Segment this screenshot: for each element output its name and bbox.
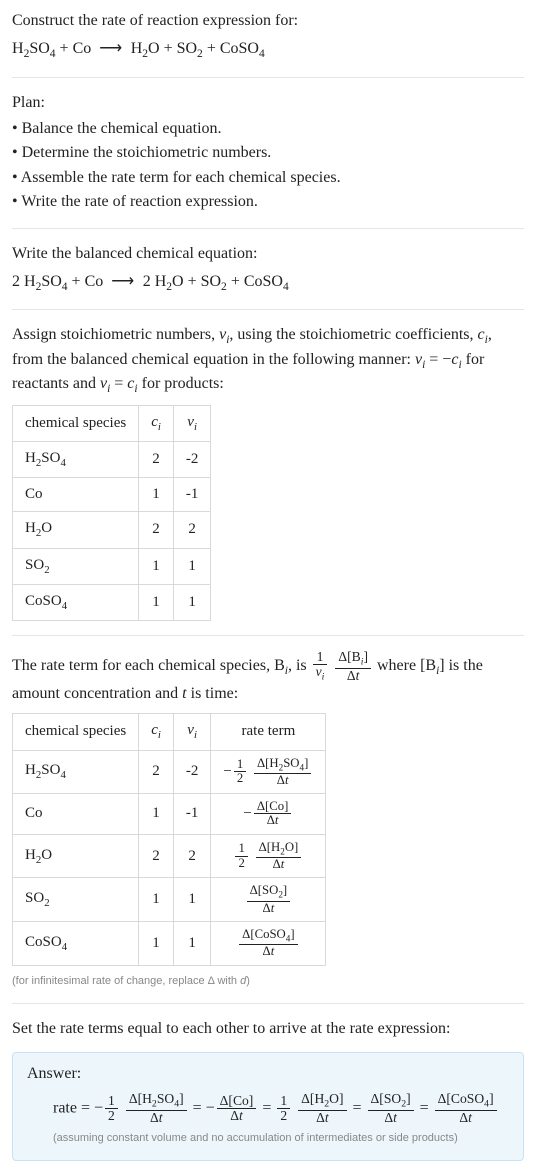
- plan-item: • Balance the chemical equation.: [12, 118, 524, 140]
- cell-ci: 2: [139, 750, 174, 794]
- cell-nui: 2: [173, 834, 211, 878]
- cell-species: Co: [13, 794, 139, 835]
- plan-list: • Balance the chemical equation. • Deter…: [12, 118, 524, 214]
- table-row: SO2 1 1 Δ[SO2]Δt: [13, 878, 326, 922]
- cell-rate-term: −12 Δ[H2SO4]Δt: [211, 750, 326, 794]
- rate-term-table: chemical species ci νi rate term H2SO4 2…: [12, 713, 326, 965]
- cell-rate-term: 12 Δ[H2O]Δt: [211, 834, 326, 878]
- frac-delta-B-over-t: Δ[Bi] Δt: [335, 650, 371, 683]
- cell-species: CoSO4: [13, 921, 139, 965]
- divider: [12, 1003, 524, 1004]
- col-nui: νi: [173, 714, 211, 750]
- cell-rate-term: −Δ[Co]Δt: [211, 794, 326, 835]
- divider: [12, 77, 524, 78]
- frac-1-over-nu: 1 νi: [313, 650, 328, 683]
- table-row: Co 1 -1 −Δ[Co]Δt: [13, 794, 326, 835]
- cell-nui: 1: [173, 548, 211, 584]
- cell-species: Co: [13, 478, 139, 512]
- cell-ci: 1: [139, 794, 174, 835]
- cell-species: CoSO4: [13, 584, 139, 620]
- cell-species: H2SO4: [13, 442, 139, 478]
- unbalanced-equation: H2SO4 + Co ⟶ H2O + SO2 + CoSO4: [12, 38, 524, 62]
- assign-text: Assign stoichiometric numbers, νi, using…: [12, 324, 524, 397]
- divider: [12, 635, 524, 636]
- cell-ci: 1: [139, 921, 174, 965]
- answer-label: Answer:: [27, 1063, 509, 1085]
- prompt-text: Construct the rate of reaction expressio…: [12, 10, 524, 32]
- rate-table-footnote: (for infinitesimal rate of change, repla…: [12, 974, 524, 989]
- rate-term-intro: The rate term for each chemical species,…: [12, 650, 524, 706]
- cell-ci: 2: [139, 442, 174, 478]
- table-row: H2SO4 2 -2 −12 Δ[H2SO4]Δt: [13, 750, 326, 794]
- cell-species: H2O: [13, 512, 139, 548]
- cell-ci: 1: [139, 548, 174, 584]
- cell-species: H2SO4: [13, 750, 139, 794]
- answer-assumption: (assuming constant volume and no accumul…: [53, 1131, 509, 1146]
- table-row: H2O 2 2 12 Δ[H2O]Δt: [13, 834, 326, 878]
- plan-item: • Assemble the rate term for each chemic…: [12, 167, 524, 189]
- cell-ci: 1: [139, 478, 174, 512]
- cell-nui: -2: [173, 442, 211, 478]
- answer-box: Answer: rate = −12 Δ[H2SO4]Δt = −Δ[Co]Δt…: [12, 1052, 524, 1161]
- cell-ci: 2: [139, 512, 174, 548]
- plan-item: • Determine the stoichiometric numbers.: [12, 142, 524, 164]
- cell-rate-term: Δ[CoSO4]Δt: [211, 921, 326, 965]
- table-row: CoSO4 1 1 Δ[CoSO4]Δt: [13, 921, 326, 965]
- cell-rate-term: Δ[SO2]Δt: [211, 878, 326, 922]
- cell-nui: 1: [173, 584, 211, 620]
- divider: [12, 309, 524, 310]
- table-row: SO2 1 1: [13, 548, 211, 584]
- table-row: Co 1 -1: [13, 478, 211, 512]
- plan-title: Plan:: [12, 92, 524, 114]
- cell-nui: 1: [173, 921, 211, 965]
- table-row: CoSO4 1 1: [13, 584, 211, 620]
- plan-item: • Write the rate of reaction expression.: [12, 191, 524, 213]
- table-header-row: chemical species ci νi rate term: [13, 714, 326, 750]
- table-row: H2SO4 2 -2: [13, 442, 211, 478]
- stoichiometry-table: chemical species ci νi H2SO4 2 -2 Co 1 -…: [12, 405, 211, 621]
- divider: [12, 228, 524, 229]
- cell-nui: 2: [173, 512, 211, 548]
- table-header-row: chemical species ci νi: [13, 406, 211, 442]
- cell-nui: -2: [173, 750, 211, 794]
- cell-ci: 1: [139, 584, 174, 620]
- cell-nui: -1: [173, 478, 211, 512]
- col-rate-term: rate term: [211, 714, 326, 750]
- table-row: H2O 2 2: [13, 512, 211, 548]
- col-ci: ci: [139, 714, 174, 750]
- cell-ci: 2: [139, 834, 174, 878]
- cell-species: H2O: [13, 834, 139, 878]
- balanced-intro: Write the balanced chemical equation:: [12, 243, 524, 265]
- cell-ci: 1: [139, 878, 174, 922]
- intro-before: The rate term for each chemical species,…: [12, 657, 311, 674]
- balanced-equation: 2 H2SO4 + Co ⟶ 2 H2O + SO2 + CoSO4: [12, 271, 524, 295]
- col-nui: νi: [173, 406, 211, 442]
- cell-species: SO2: [13, 548, 139, 584]
- col-species: chemical species: [13, 406, 139, 442]
- answer-equation: rate = −12 Δ[H2SO4]Δt = −Δ[Co]Δt = 12 Δ[…: [53, 1092, 509, 1125]
- col-species: chemical species: [13, 714, 139, 750]
- col-ci: ci: [139, 406, 174, 442]
- cell-nui: 1: [173, 878, 211, 922]
- cell-nui: -1: [173, 794, 211, 835]
- final-intro: Set the rate terms equal to each other t…: [12, 1018, 524, 1040]
- cell-species: SO2: [13, 878, 139, 922]
